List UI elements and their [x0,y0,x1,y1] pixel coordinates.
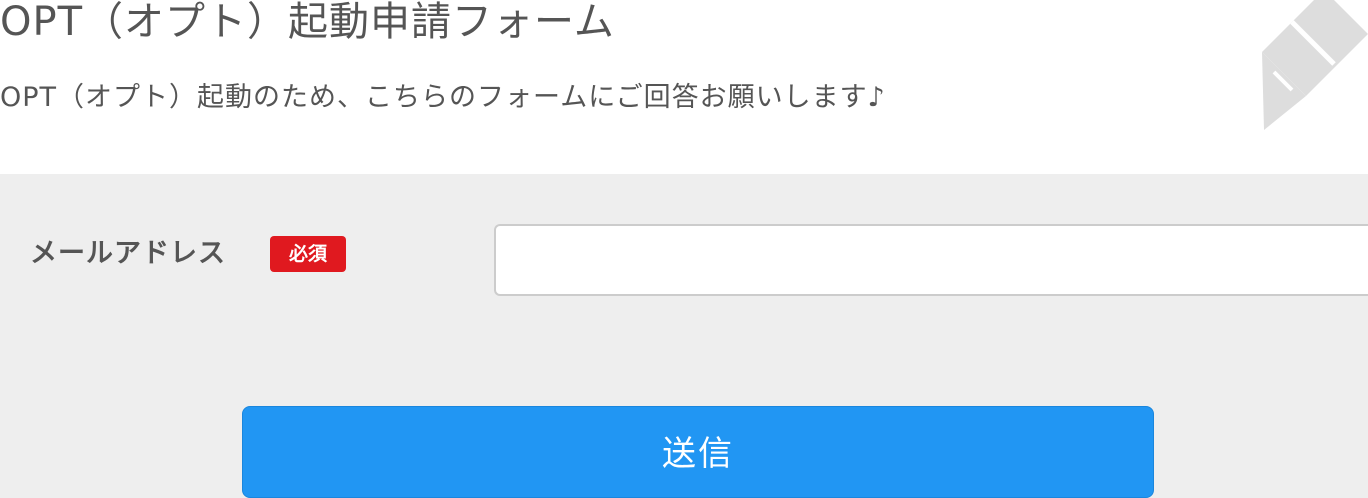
submit-button[interactable]: 送信 [242,406,1154,498]
pencil-icon [1262,0,1368,130]
page-title: OPT（オプト）起動申請フォーム [0,0,615,45]
form-header: OPT（オプト）起動申請フォーム OPT（オプト）起動のため、こちらのフォームに… [0,0,1368,174]
form-body: メールアドレス 必須 送信 [0,174,1368,498]
email-input[interactable] [494,224,1368,296]
email-label: メールアドレス [30,238,226,269]
page-subtitle: OPT（オプト）起動のため、こちらのフォームにご回答お願いします♪ [0,82,886,113]
required-badge: 必須 [270,236,346,272]
